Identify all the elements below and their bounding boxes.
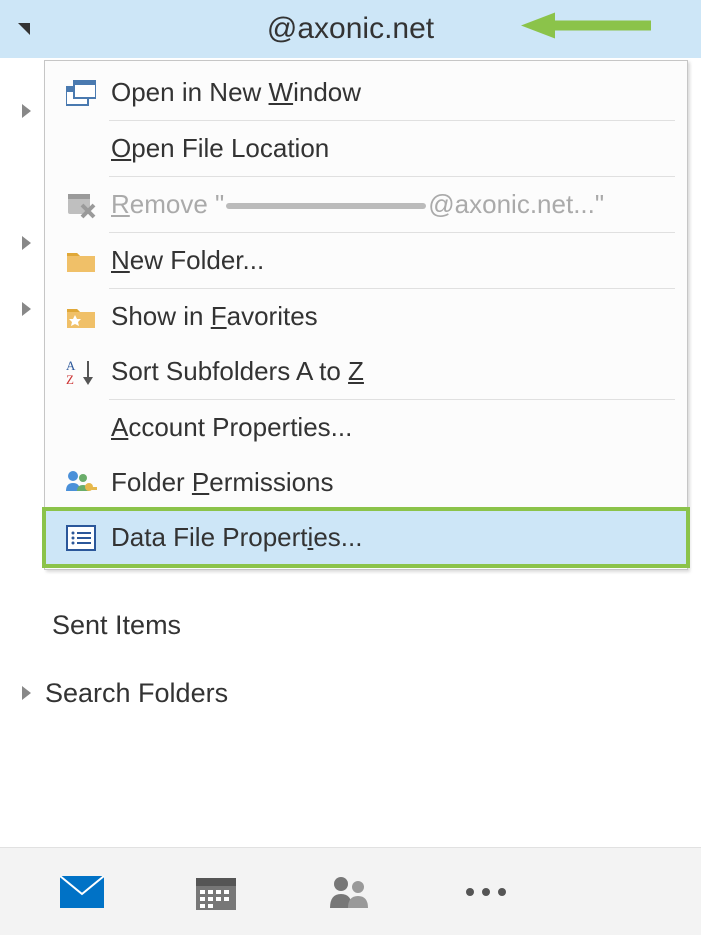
chevron-right-icon [22,104,31,118]
menu-sort-subfolders[interactable]: A Z Sort Subfolders A to Z [45,344,687,399]
menu-label: Sort Subfolders A to Z [103,356,364,387]
folder-label: Search Folders [45,678,228,709]
menu-show-in-favorites[interactable]: Show in Favorites [45,289,687,344]
folder-icon [59,249,103,273]
menu-label: New Folder... [103,245,264,276]
account-title: @axonic.net [267,12,434,46]
menu-label: Open in New Window [103,77,361,108]
svg-text:A: A [66,358,76,373]
menu-remove-account: Remove "@axonic.net..." [45,177,687,232]
menu-label: Show in Favorites [103,301,318,332]
account-header[interactable]: @axonic.net [0,0,701,58]
menu-label: Data File Properties... [103,522,362,553]
sort-az-icon: A Z [59,358,103,386]
menu-label: Folder Permissions [103,467,334,498]
menu-label: Open File Location [103,133,329,164]
folder-label: Sent Items [52,610,181,641]
nav-more-button[interactable] [464,886,508,898]
svg-text:Z: Z [66,372,74,386]
menu-open-file-location[interactable]: Open File Location [45,121,687,176]
menu-new-folder[interactable]: New Folder... [45,233,687,288]
permissions-icon [59,469,103,497]
folder-row-hidden-2[interactable] [0,218,45,268]
nav-calendar-button[interactable] [196,874,236,910]
properties-icon [59,525,103,551]
menu-open-new-window[interactable]: Open in New Window [45,65,687,120]
nav-people-button[interactable] [328,874,372,910]
chevron-right-icon [22,686,31,700]
menu-data-file-properties[interactable]: Data File Properties... [45,510,687,565]
redacted-text [226,203,426,209]
menu-label: Account Properties... [103,412,352,443]
remove-calendar-icon [59,191,103,219]
annotation-arrow-icon [521,11,651,48]
menu-folder-permissions[interactable]: Folder Permissions [45,455,687,510]
folder-row-hidden-1[interactable] [0,86,45,136]
new-window-icon [59,80,103,106]
chevron-right-icon [22,302,31,316]
nav-bar [0,847,701,935]
favorites-folder-icon [59,305,103,329]
chevron-right-icon [22,236,31,250]
menu-account-properties[interactable]: Account Properties... [45,400,687,455]
expand-caret-icon [18,23,30,35]
folder-search-folders[interactable]: Search Folders [0,668,701,718]
folder-sent-items[interactable]: Sent Items [0,600,701,650]
context-menu: Open in New Window Open File Location Re… [44,60,688,570]
nav-mail-button[interactable] [60,876,104,908]
folder-row-hidden-3[interactable] [0,284,45,334]
menu-label: Remove "@axonic.net..." [103,189,604,220]
